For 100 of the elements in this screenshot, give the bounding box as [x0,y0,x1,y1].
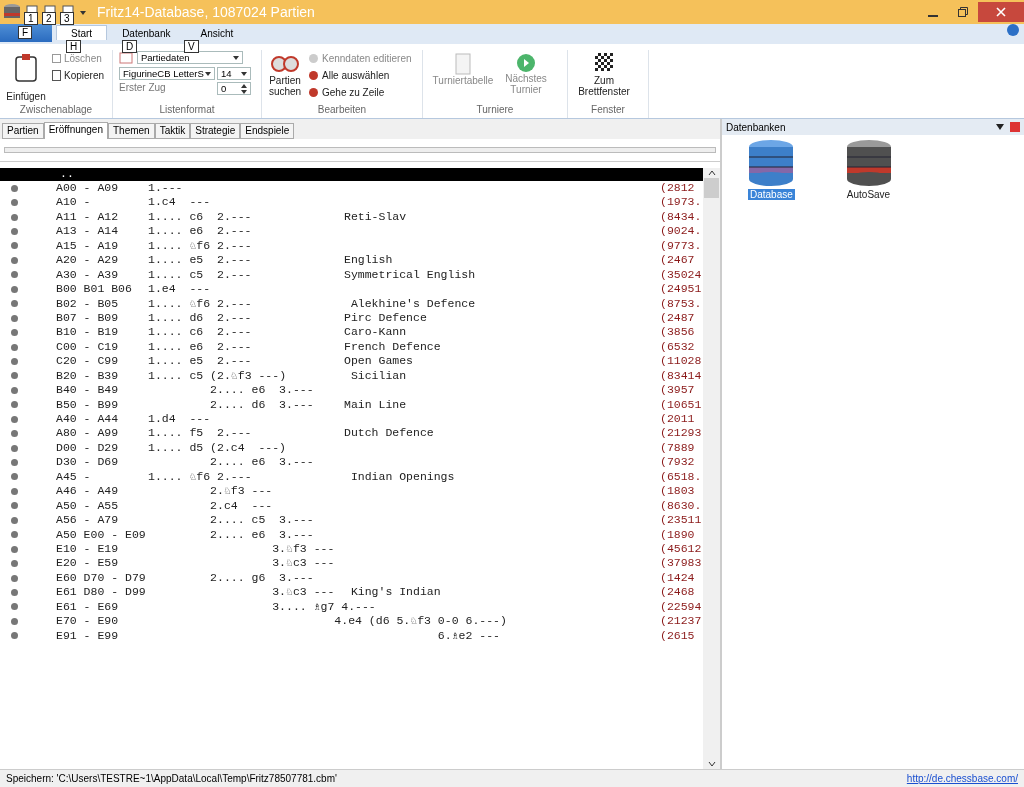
moves: 2.... g6 3.--- [209,570,315,586]
opening-name: Caro-Kann [344,325,408,340]
game-count: (2468 [660,585,696,600]
game-count: (3957 [660,383,696,398]
eco-code: E91 - E99 [56,628,120,643]
game-count: (6518. [660,469,703,485]
moves: 1.... ♘f6 2.--- [148,469,253,485]
game-count: (37983 [660,556,703,571]
game-count: (7932 [660,455,696,470]
game-count: (24951 [660,282,703,297]
eco-code: E61 D80 - D99 [56,585,147,600]
eco-code: E60 D70 - D79 [56,570,147,586]
eco-code: B07 - B09 [56,310,120,326]
opening-name: Alekhine's Defence [349,296,477,311]
moves: 1.... d5 (2.c4 ---) [148,440,288,456]
game-count: (21293 [660,426,703,441]
group-title: Zwischenablage [18,104,94,117]
moves: 1.... c5 (2.♘f3 ---) [148,368,288,384]
game-count: (8434. [660,209,703,225]
game-count: (1424 [660,570,696,586]
eco-code: B00 B01 B06 [56,282,133,297]
moves: 1.... ♘f6 2.--- [148,238,253,254]
opening-name: Sicilian [349,368,408,384]
eco-code: A10 - [56,195,92,210]
moves: 2.... e6 3.--- [209,383,315,398]
moves: 6.♗e2 --- [436,628,501,643]
window-title: Fritz14-Database, 1087024 Partien [97,4,315,20]
moves: 1.... c5 2.--- [148,267,253,283]
moves: 3.♘f3 --- [271,541,336,557]
game-count: (1803 [660,484,696,499]
moves: 3.♘c3 --- [271,585,336,600]
eco-code: B02 - B05 [56,296,120,311]
opening-name: Symmetrical English [344,267,477,283]
moves: 1.... e5 2.--- [148,253,253,268]
opening-name: Main Line [344,397,408,412]
moves: 3.♘c3 --- [271,556,336,571]
group-title: Listenformat [158,104,216,117]
moves: 2.... c5 3.--- [209,513,315,528]
eco-code: B20 - B39 [56,368,120,384]
game-count: (2487 [660,310,696,326]
opening-name: Open Games [344,354,414,369]
game-count: (1890 [660,527,696,542]
eco-code: D00 - D29 [56,440,120,456]
keytip-tooltip: D [122,40,138,53]
first-move-label: Erster Zug [119,82,166,95]
panel-title: Datenbanken [726,121,786,133]
eco-code: A40 - A44 [56,412,120,427]
opening-name: Indian Openings [349,469,456,485]
keytip-tooltip: 3 [60,12,74,25]
opening-name: King's Indian [349,585,442,600]
game-count: (2467 [660,253,696,268]
game-count: (10651 [660,397,703,412]
eco-code: E10 - E19 [56,541,120,557]
moves: 2.♘f3 --- [209,484,274,499]
eco-code: A56 - A79 [56,513,120,528]
eco-code: A46 - A49 [56,484,120,499]
eco-code: C20 - C99 [56,354,120,369]
opening-name: Reti-Slav [344,209,408,225]
keytip-tooltip: F [18,26,33,39]
eco-code: C00 - C19 [56,339,120,355]
moves: 1.... f5 2.--- [148,426,253,441]
moves: 2.... e6 3.--- [209,455,315,470]
moves: 2.... d6 3.--- [209,397,315,412]
moves: 1.... e6 2.--- [148,339,253,355]
eco-code: D30 - D69 [56,455,120,470]
game-count: (6532 [660,339,696,355]
moves: 2.... e6 3.--- [209,527,315,542]
eco-code: E20 - E59 [56,556,120,571]
game-count: (7889 [660,440,696,456]
group-title: Fenster [590,104,626,117]
keytip-tooltip: H [66,40,82,53]
game-count: (8630. [660,498,703,514]
moves: 1.e4 --- [148,282,212,297]
keytip-tooltip: 2 [42,12,56,25]
game-count: (3856 [660,325,696,340]
moves: 1.... c6 2.--- [148,209,253,225]
opening-name: Pirc Defence [344,310,428,326]
keytip-tooltip: 1 [24,12,38,25]
status-text: Speichern: 'C:\Users\TESTRE~1\AppData\Local\Temp\Fritz78507781.cbm' [6,773,337,784]
eco-code: E61 - E69 [56,599,120,615]
game-count: (2615 [660,628,696,643]
game-count: (23511 [660,513,703,528]
eco-code: A30 - A39 [56,267,120,283]
eco-code: A15 - A19 [56,238,120,254]
game-count: (83414 [660,368,703,384]
moves: 3.... ♗g7 4.--- [271,599,377,615]
moves: 2.c4 --- [209,498,274,514]
game-count: (22594 [660,599,703,615]
eco-code: B10 - B19 [56,325,120,340]
moves: 1.d4 --- [148,412,212,427]
game-count: (45612 [660,541,703,557]
opening-name: English [344,253,394,268]
eco-code: B50 - B99 [56,397,120,412]
moves: 1.... e6 2.--- [148,224,253,239]
eco-code: A80 - A99 [56,426,120,441]
moves: 1.--- [148,181,184,196]
eco-code: B40 - B49 [56,383,120,398]
eco-code: A13 - A14 [56,224,120,239]
moves: 1.... d6 2.--- [148,310,253,326]
game-count: (11028 [660,354,703,369]
